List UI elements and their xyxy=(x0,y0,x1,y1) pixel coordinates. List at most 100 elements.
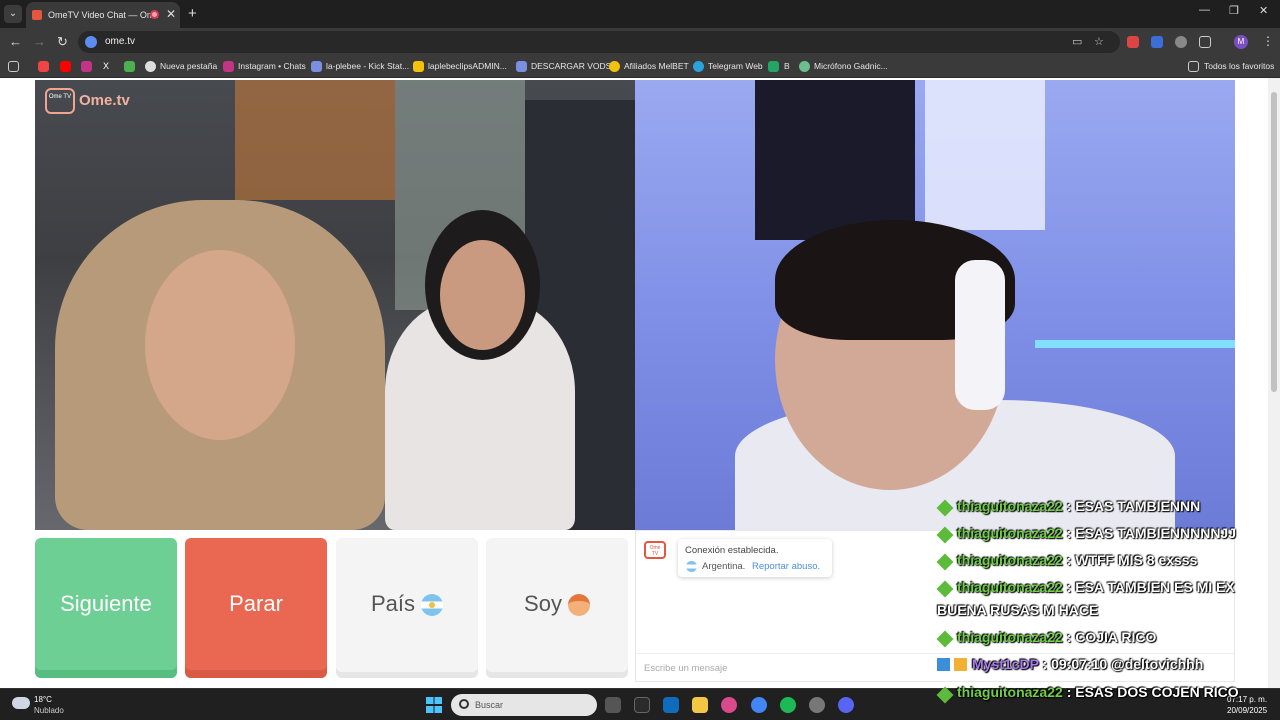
argentina-flag-icon xyxy=(686,561,697,572)
bookmark-b[interactable]: B xyxy=(784,61,790,71)
kick-icon xyxy=(516,61,527,72)
next-label: Siguiente xyxy=(60,591,152,616)
partner-country: Argentina. xyxy=(702,561,746,572)
ometv-favicon-icon xyxy=(32,10,42,20)
address-bar[interactable]: ome.tv ▭ ☆ xyxy=(78,31,1120,53)
bookmark-descargar-vods[interactable]: DESCARGAR VODS xyxy=(531,61,611,71)
search-label: Buscar xyxy=(475,700,504,710)
stream-chat-message: thiaguitonaza22 : ESAS TAMBIENNN xyxy=(957,498,1201,514)
country-button[interactable]: País xyxy=(336,538,478,678)
minimize-button[interactable]: — xyxy=(1199,4,1210,16)
maximize-button[interactable]: ❐ xyxy=(1229,4,1239,17)
menu-kebab-icon[interactable]: ⋮ xyxy=(1262,34,1274,48)
connection-status: Conexión establecida. xyxy=(685,545,779,556)
task-view-icon[interactable] xyxy=(605,697,621,713)
bookmarks-bar: X Nueva pestaña Instagram • Chats la-ple… xyxy=(0,56,1280,78)
search-icon xyxy=(459,699,469,709)
gender-button[interactable]: Soy xyxy=(486,538,628,678)
file-explorer-icon[interactable] xyxy=(692,697,708,713)
stream-chat-message: thiaguitonaza22 : ESAS TAMBIENNNNNJJ xyxy=(957,525,1236,541)
boy-emoji-icon xyxy=(567,594,590,617)
bookmark-telegram[interactable]: Telegram Web xyxy=(708,61,763,71)
stream-chat-message: Myst1cDP : 09:07:10 @deltovichhh xyxy=(972,656,1204,672)
tab-title: OmeTV Video Chat — Ome xyxy=(48,10,158,20)
browser-toolbar: ← → ↻ ome.tv ▭ ☆ M ⋮ xyxy=(0,28,1280,56)
xbox-icon[interactable] xyxy=(124,61,135,72)
badge-icon xyxy=(937,658,950,671)
instagram-icon xyxy=(223,61,234,72)
stream-chat-message: thiaguitonaza22 : ESAS DOS COJEN RICO xyxy=(957,684,1239,700)
next-button[interactable]: Siguiente xyxy=(35,538,177,678)
bookmark-microfono[interactable]: Micrófono Gadnic... xyxy=(814,61,888,71)
drive-icon xyxy=(413,61,424,72)
scroll-thumb[interactable] xyxy=(1271,92,1277,392)
extension-icon[interactable] xyxy=(1175,36,1187,48)
cloud-icon[interactable] xyxy=(12,697,30,709)
cast-icon[interactable]: ▭ xyxy=(1072,35,1082,48)
reload-icon[interactable]: ↻ xyxy=(57,34,68,50)
argentina-flag-icon xyxy=(421,594,444,617)
stream-chat-message-continued: BUENA RUSAS M HACE xyxy=(937,602,1099,618)
extension-icon[interactable] xyxy=(1127,36,1139,48)
stream-chat-message: thiaguitonaza22 : COJIA RICO xyxy=(957,629,1157,645)
globe-icon xyxy=(145,61,156,72)
stream-chat-message: thiaguitonaza22 : WTFF MIS 8 exsss xyxy=(957,552,1198,568)
extensions-puzzle-icon[interactable] xyxy=(1199,36,1211,48)
badge-icon xyxy=(954,658,967,671)
melbet-icon xyxy=(609,61,620,72)
message-placeholder: Escribe un mensaje xyxy=(644,663,728,674)
weather-temp: 18°C xyxy=(34,695,52,704)
local-video xyxy=(635,80,1235,530)
ometv-chat-logo-icon: Ome TV xyxy=(644,541,666,559)
apps-grid-icon[interactable] xyxy=(8,61,19,72)
kick-icon xyxy=(311,61,322,72)
folder-icon xyxy=(1188,61,1199,72)
recording-icon xyxy=(150,10,159,19)
new-tab-button[interactable]: + xyxy=(188,5,197,22)
bookmark-laplebeclips[interactable]: laplebeclipsADMIN... xyxy=(428,61,507,71)
gmail-icon[interactable] xyxy=(38,61,49,72)
discord-icon[interactable] xyxy=(838,697,854,713)
site-info-icon[interactable] xyxy=(85,36,97,48)
page-scrollbar[interactable] xyxy=(1268,78,1280,688)
youtube-icon[interactable] xyxy=(60,61,71,72)
windows-start-icon[interactable] xyxy=(426,697,442,713)
gadnic-icon xyxy=(799,61,810,72)
bookmark-kick-stats[interactable]: la-plebee - Kick Stat... xyxy=(326,61,409,71)
gender-label: Soy xyxy=(524,591,562,616)
store-icon[interactable] xyxy=(634,697,650,713)
sheets-icon xyxy=(768,61,779,72)
outlook-icon[interactable] xyxy=(663,697,679,713)
tab-strip: ⌄ OmeTV Video Chat — Ome ✕ + — ❐ ✕ xyxy=(0,0,1280,28)
app-icon[interactable] xyxy=(721,697,737,713)
remote-video: Ome TV Ome.tv xyxy=(35,80,635,530)
stop-label: Parar xyxy=(229,591,283,616)
profile-avatar[interactable]: M xyxy=(1234,35,1248,49)
chrome-icon[interactable] xyxy=(751,697,767,713)
bookmark-nueva-pestana[interactable]: Nueva pestaña xyxy=(160,61,217,71)
taskbar-search[interactable]: Buscar xyxy=(451,694,597,716)
close-tab-icon[interactable]: ✕ xyxy=(166,7,176,21)
bookmark-instagram-chats[interactable]: Instagram • Chats xyxy=(238,61,306,71)
close-window-button[interactable]: ✕ xyxy=(1259,4,1268,17)
stream-chat-message: thiaguitonaza22 : ESA TAMBIEN ES MI EX xyxy=(957,579,1235,595)
app-icon[interactable] xyxy=(809,697,825,713)
country-label: País xyxy=(370,591,416,616)
ometv-page: Ome TV Ome.tv Siguiente Parar País Soy O… xyxy=(0,78,1280,688)
bookmark-melbet[interactable]: Afiliados MelBET xyxy=(624,61,689,71)
tab-search-button[interactable]: ⌄ xyxy=(4,5,22,23)
all-bookmarks[interactable]: Todos los favoritos xyxy=(1204,61,1274,71)
instagram-icon[interactable] xyxy=(81,61,92,72)
forward-arrow-icon[interactable]: → xyxy=(33,34,46,49)
extension-icon[interactable] xyxy=(1151,36,1163,48)
stop-button[interactable]: Parar xyxy=(185,538,327,678)
back-arrow-icon[interactable]: ← xyxy=(9,34,22,49)
url-text: ome.tv xyxy=(105,36,136,47)
bookmark-star-icon[interactable]: ☆ xyxy=(1094,35,1104,48)
report-abuse-link[interactable]: Reportar abuso. xyxy=(752,561,820,572)
weather-desc: Nublado xyxy=(34,706,64,715)
spotify-icon[interactable] xyxy=(780,697,796,713)
tab-ometv[interactable]: OmeTV Video Chat — Ome ✕ xyxy=(26,2,180,28)
clock-date: 20/09/2025 xyxy=(1227,706,1268,715)
x-icon[interactable]: X xyxy=(103,61,114,72)
